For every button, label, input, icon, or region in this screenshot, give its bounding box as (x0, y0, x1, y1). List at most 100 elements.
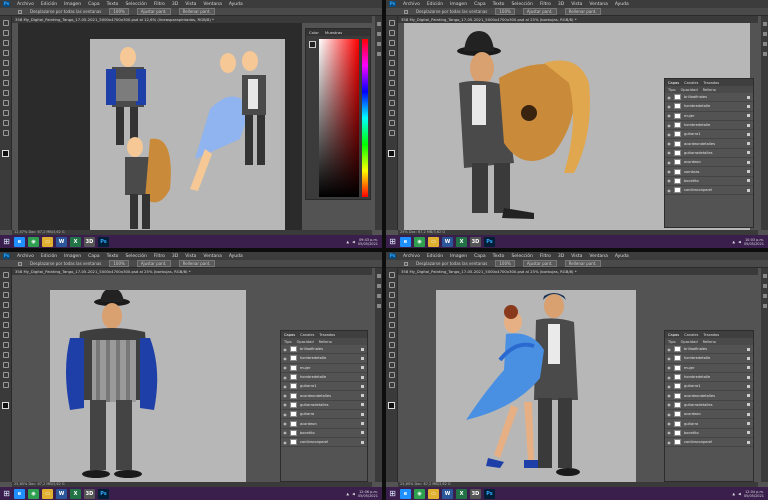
eraser-tool-icon[interactable] (2, 352, 9, 358)
visibility-eye-icon[interactable]: ◉ (667, 347, 671, 352)
layer-row[interactable]: ◉ acordeondetalles (281, 391, 367, 401)
layer-row[interactable]: ◉ guitarra1 (665, 130, 753, 140)
photoshop-taskbar-icon[interactable]: Ps (98, 488, 109, 499)
visibility-eye-icon[interactable]: ◉ (667, 188, 671, 193)
marquee-tool-icon[interactable] (388, 30, 395, 36)
wand-tool-icon[interactable] (2, 302, 9, 308)
canvas-document[interactable] (436, 290, 636, 482)
scroll-all-checkbox[interactable] (404, 261, 408, 266)
edge-icon[interactable]: e (400, 488, 411, 499)
explorer-icon[interactable]: ▭ (42, 236, 53, 247)
tab-layers[interactable]: Capas (668, 81, 679, 85)
menu-capa[interactable]: Capa (88, 2, 100, 7)
menu-imagen[interactable]: Imagen (64, 254, 81, 259)
menu-3d[interactable]: 3D (172, 254, 178, 259)
visibility-eye-icon[interactable]: ◉ (283, 347, 287, 352)
chrome-icon[interactable]: ◉ (28, 236, 39, 247)
dock-icon[interactable] (376, 32, 381, 36)
gradient-tool-icon[interactable] (388, 110, 395, 116)
scroll-all-checkbox[interactable] (18, 9, 22, 14)
move-tool-icon[interactable] (388, 20, 395, 26)
menu-imagen[interactable]: Imagen (450, 2, 467, 7)
hand-tool-icon[interactable] (2, 130, 9, 136)
layer-row[interactable]: ◉ acordeondetalles (665, 391, 753, 401)
fill-screen-button[interactable]: Rellenar pant. (178, 260, 215, 267)
lasso-tool-icon[interactable] (388, 292, 395, 298)
text-tool-icon[interactable] (2, 120, 9, 126)
crop-tool-icon[interactable] (388, 312, 395, 318)
taskbar-clock[interactable]: 12:04 p.m. 05/05/2021 (744, 490, 764, 498)
visibility-eye-icon[interactable]: ◉ (283, 356, 287, 361)
dock-icon[interactable] (376, 294, 381, 298)
layer-row[interactable]: ◉ contiraconparel (665, 438, 753, 448)
lasso-tool-icon[interactable] (2, 40, 9, 46)
layer-row[interactable]: ◉ guitarradetalles (665, 149, 753, 159)
layer-row[interactable]: ◉ acordeon (281, 419, 367, 429)
zoom-100-button[interactable]: 100% (109, 8, 129, 15)
tab-channels[interactable]: Canales (300, 333, 314, 337)
gradient-tool-icon[interactable] (388, 362, 395, 368)
brush-tool-icon[interactable] (388, 332, 395, 338)
menu-seleccion[interactable]: Selección (125, 254, 146, 259)
menu-texto[interactable]: Texto (493, 2, 505, 7)
layer-row[interactable]: ◉ guitarradetalles (665, 401, 753, 411)
layer-row[interactable]: ◉ hombredetalle (665, 373, 753, 383)
scroll-all-checkbox[interactable] (18, 261, 22, 266)
fill-screen-button[interactable]: Rellenar pant. (178, 8, 215, 15)
layer-row[interactable]: ◉ guitarra (665, 419, 753, 429)
visibility-eye-icon[interactable]: ◉ (667, 178, 671, 183)
layer-row[interactable]: ◉ brilloafinales (665, 93, 753, 103)
layer-row[interactable]: ◉ sombras (665, 167, 753, 177)
layer-row[interactable]: ◉ guitarradetalles (281, 401, 367, 411)
text-tool-icon[interactable] (2, 372, 9, 378)
visibility-eye-icon[interactable]: ◉ (283, 440, 287, 445)
photoshop-taskbar-icon[interactable]: Ps (484, 236, 495, 247)
3d-paint-icon[interactable]: 3D (84, 488, 95, 499)
visibility-eye-icon[interactable]: ◉ (283, 402, 287, 407)
eyedropper-tool-icon[interactable] (2, 322, 9, 328)
zoom-100-button[interactable]: 100% (495, 260, 515, 267)
edge-icon[interactable]: e (14, 488, 25, 499)
visibility-eye-icon[interactable]: ◉ (667, 132, 671, 137)
menu-3d[interactable]: 3D (558, 2, 564, 7)
dock-icon[interactable] (762, 42, 767, 46)
lasso-tool-icon[interactable] (2, 292, 9, 298)
visibility-eye-icon[interactable]: ◉ (283, 412, 287, 417)
excel-icon[interactable]: X (456, 236, 467, 247)
menu-capa[interactable]: Capa (474, 2, 486, 7)
photoshop-taskbar-icon[interactable]: Ps (484, 488, 495, 499)
eraser-tool-icon[interactable] (2, 100, 9, 106)
chrome-icon[interactable]: ◉ (414, 236, 425, 247)
menu-archivo[interactable]: Archivo (17, 254, 34, 259)
windows-start-icon[interactable]: ⊞ (388, 237, 397, 246)
menu-vista[interactable]: Vista (571, 254, 582, 259)
wand-tool-icon[interactable] (388, 50, 395, 56)
brush-tool-icon[interactable] (2, 80, 9, 86)
fit-screen-button[interactable]: Ajustar pant. (136, 260, 171, 267)
layer-row[interactable]: ◉ bocetito (281, 429, 367, 438)
visibility-eye-icon[interactable]: ◉ (667, 104, 671, 109)
color-picker-field[interactable] (319, 39, 359, 197)
word-icon[interactable]: W (442, 488, 453, 499)
foreground-color-swatch[interactable] (388, 402, 395, 409)
visibility-eye-icon[interactable]: ◉ (667, 412, 671, 417)
3d-paint-icon[interactable]: 3D (470, 488, 481, 499)
menu-vista[interactable]: Vista (185, 2, 196, 7)
visibility-eye-icon[interactable]: ◉ (283, 393, 287, 398)
layer-row[interactable]: ◉ guitarra1 (665, 382, 753, 392)
marquee-tool-icon[interactable] (388, 282, 395, 288)
excel-icon[interactable]: X (70, 236, 81, 247)
menu-archivo[interactable]: Archivo (403, 2, 420, 7)
canvas-area[interactable] (18, 23, 302, 230)
windows-start-icon[interactable]: ⊞ (2, 237, 11, 246)
visibility-eye-icon[interactable]: ◉ (667, 113, 671, 118)
hand-tool-icon[interactable] (388, 382, 395, 388)
crop-tool-icon[interactable] (388, 60, 395, 66)
volume-icon[interactable]: ◀ (352, 492, 355, 496)
chrome-icon[interactable]: ◉ (28, 488, 39, 499)
fit-screen-button[interactable]: Ajustar pant. (522, 260, 557, 267)
menu-vista[interactable]: Vista (185, 254, 196, 259)
menu-ventana[interactable]: Ventana (203, 254, 221, 259)
layer-row[interactable]: ◉ hombredetalle (665, 354, 753, 364)
menu-3d[interactable]: 3D (172, 2, 178, 7)
